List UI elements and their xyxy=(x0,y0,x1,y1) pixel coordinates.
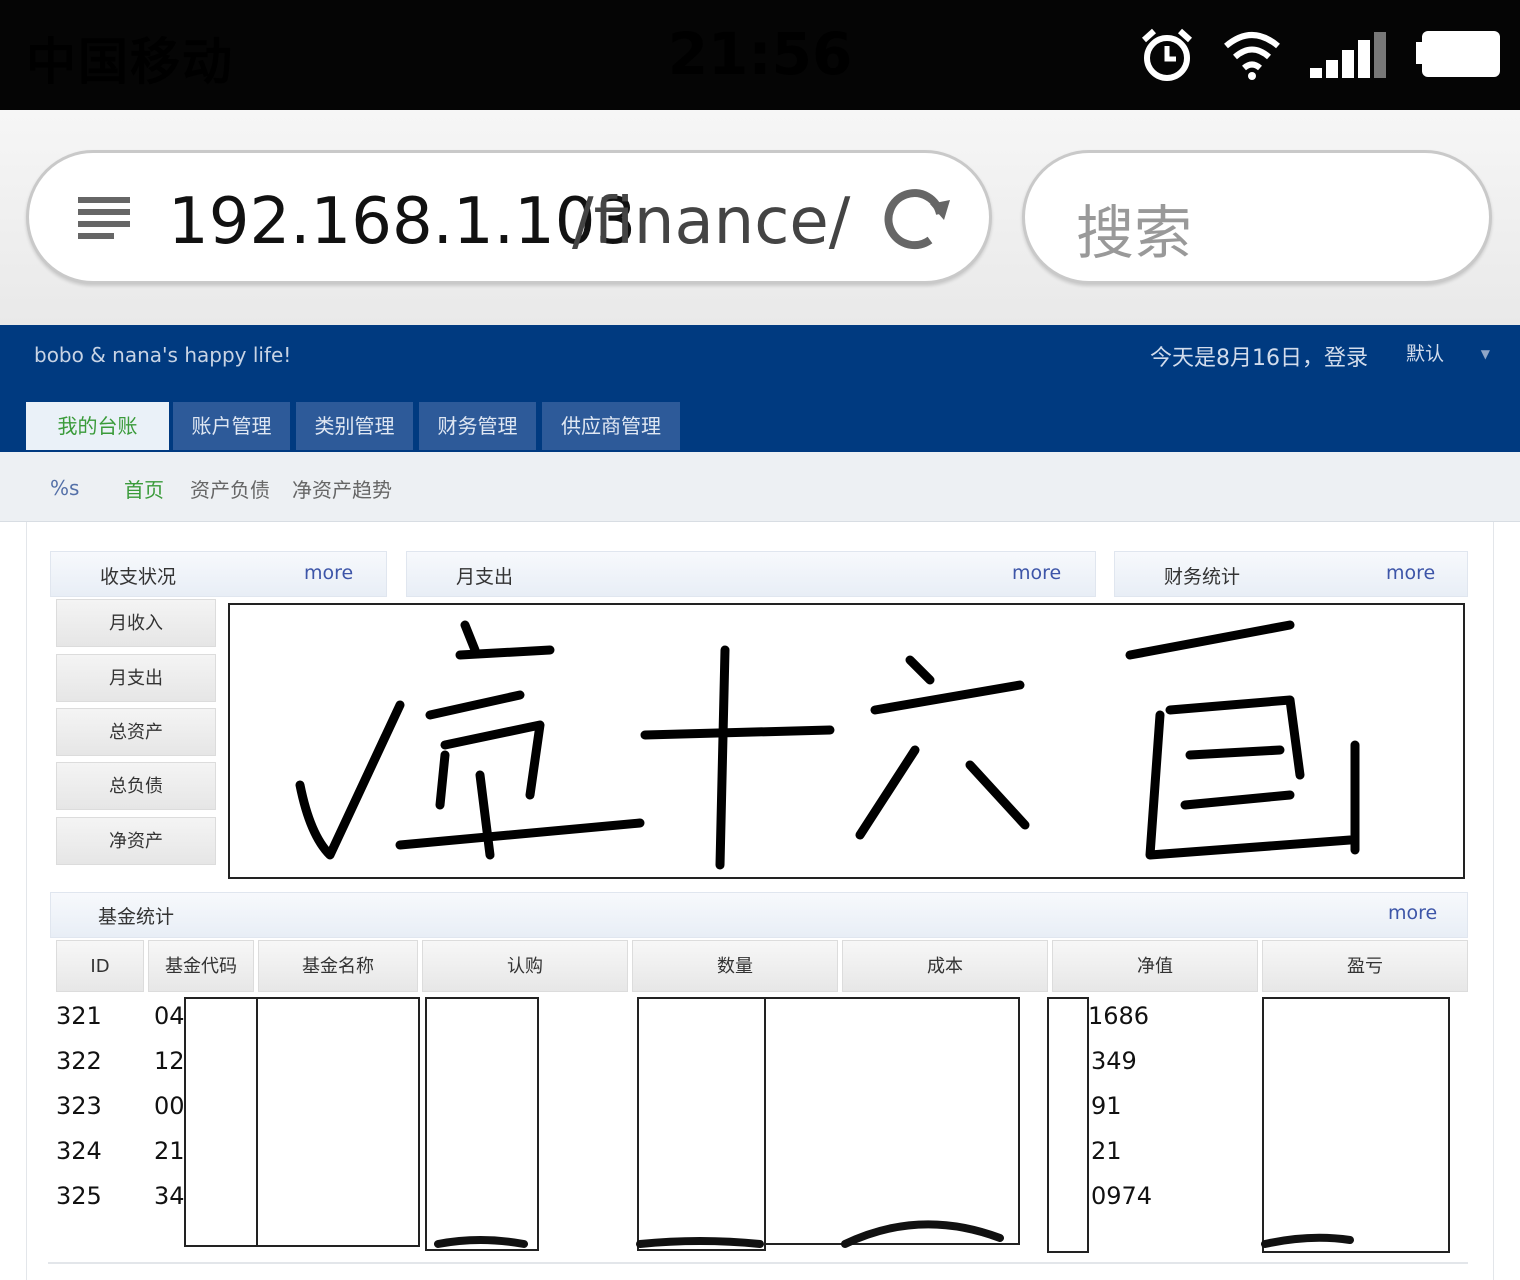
table-row-code: 21 xyxy=(154,1137,185,1165)
table-row-id: 323 xyxy=(56,1092,102,1120)
signal-icon xyxy=(1310,32,1386,78)
col-header-subscription: 认购 xyxy=(422,940,628,992)
table-row-code: 04 xyxy=(154,1002,185,1030)
col-header-id: ID xyxy=(56,940,144,992)
menu-icon[interactable] xyxy=(78,195,132,241)
row-label-monthly-income: 月收入 xyxy=(56,599,216,647)
table-row-nav: 21 xyxy=(1091,1137,1122,1165)
date-login-text: 今天是8月16日，登录 xyxy=(1150,346,1368,371)
table-row-nav: 91 xyxy=(1091,1092,1122,1120)
col-header-fund-code: 基金代码 xyxy=(148,940,254,992)
income-panel-title: 收支状况 xyxy=(100,566,177,588)
monthly-panel-title: 月支出 xyxy=(456,566,514,588)
url-host[interactable]: 192.168.1.103 xyxy=(168,185,636,259)
table-row-nav: 349 xyxy=(1091,1047,1137,1075)
row-label-monthly-expense: 月支出 xyxy=(56,654,216,702)
stats-panel-title: 财务统计 xyxy=(1164,566,1241,588)
alarm-icon xyxy=(1141,28,1193,81)
subnav-home[interactable]: 首页 xyxy=(124,474,164,503)
table-row-code: 34 xyxy=(154,1182,185,1210)
row-label-total-liabilities: 总负债 xyxy=(56,762,216,810)
col-header-quantity: 数量 xyxy=(632,940,838,992)
redaction-scribbles xyxy=(434,1220,1354,1248)
wifi-icon xyxy=(1224,32,1280,80)
row-label-total-assets: 总资产 xyxy=(56,708,216,756)
row-label-net-assets: 净资产 xyxy=(56,817,216,865)
url-path[interactable]: /finance/w xyxy=(572,185,852,259)
table-row-id: 325 xyxy=(56,1182,102,1210)
subnav-prefix: %s xyxy=(50,476,80,500)
tab-suppliers[interactable]: 供应商管理 xyxy=(542,402,680,450)
income-more-link[interactable]: more xyxy=(304,562,353,584)
handwriting-signature xyxy=(295,620,1360,870)
reload-icon[interactable] xyxy=(878,184,954,254)
tab-categories[interactable]: 类别管理 xyxy=(296,402,413,450)
stats-more-link[interactable]: more xyxy=(1386,562,1435,584)
table-row-nav: 1686 xyxy=(1088,1002,1150,1030)
table-bottom-border xyxy=(48,1262,1468,1264)
table-row-id: 322 xyxy=(56,1047,102,1075)
table-row-code: 12 xyxy=(154,1047,185,1075)
redaction-box xyxy=(766,997,1020,1245)
table-row-code: 00 xyxy=(154,1092,185,1120)
col-header-cost: 成本 xyxy=(842,940,1048,992)
chevron-down-icon: ▼ xyxy=(1480,347,1490,361)
fund-more-link[interactable]: more xyxy=(1388,902,1437,924)
tab-my-ledger[interactable]: 我的台账 xyxy=(26,402,169,450)
search-placeholder[interactable]: 搜索 xyxy=(1076,186,1192,270)
status-time: 21:56 xyxy=(667,20,853,88)
subnav-balance[interactable]: 资产负债 xyxy=(190,474,270,503)
user-select[interactable]: 默认 ▼ xyxy=(1400,340,1500,368)
user-select-value: 默认 xyxy=(1406,343,1445,365)
col-header-profit: 盈亏 xyxy=(1262,940,1468,992)
site-title: bobo & nana's happy life! xyxy=(34,343,292,367)
tab-accounts[interactable]: 账户管理 xyxy=(173,402,290,450)
tab-finance[interactable]: 财务管理 xyxy=(419,402,536,450)
table-row-nav: 0974 xyxy=(1091,1182,1153,1210)
subnav-net-asset-trend[interactable]: 净资产趋势 xyxy=(292,474,392,503)
fund-panel-title: 基金统计 xyxy=(98,906,175,928)
redaction-box xyxy=(256,997,420,1247)
col-header-nav: 净值 xyxy=(1052,940,1258,992)
fund-panel-header xyxy=(50,892,1468,938)
table-row-id: 321 xyxy=(56,1002,102,1030)
battery-icon xyxy=(1416,31,1500,77)
col-header-fund-name: 基金名称 xyxy=(258,940,418,992)
table-row-id: 324 xyxy=(56,1137,102,1165)
monthly-more-link[interactable]: more xyxy=(1012,562,1061,584)
